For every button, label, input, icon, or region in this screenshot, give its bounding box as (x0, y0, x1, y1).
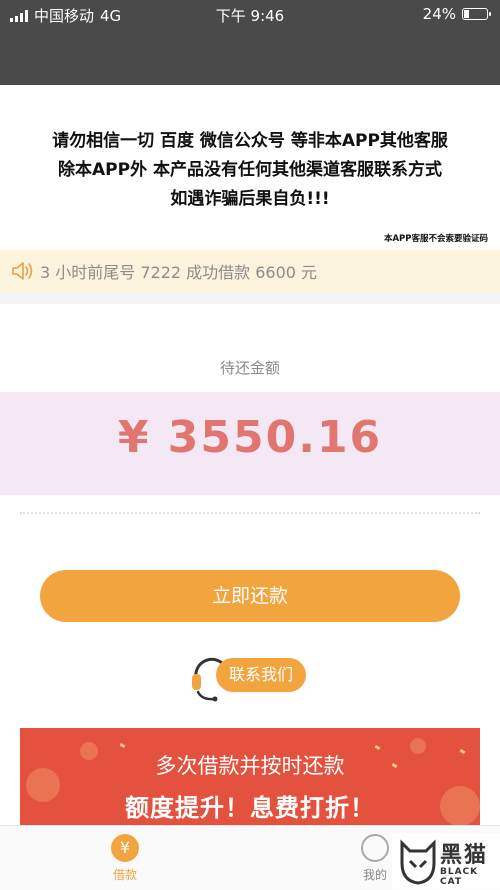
warning-line-1: 请勿相信一切 百度 微信公众号 等非本APP其他客服 (52, 131, 448, 151)
navigation-bar (0, 30, 500, 85)
pending-amount: ¥ 3550.16 (117, 412, 383, 463)
cat-logo-icon (400, 839, 436, 885)
battery-percent: 24% (422, 5, 456, 23)
warning-section: 请勿相信一切 百度 微信公众号 等非本APP其他客服 除本APP外 本产品没有任… (0, 85, 500, 250)
tab-loan-label: 借款 (112, 868, 137, 882)
tab-loan[interactable]: ¥ 借款 (65, 826, 185, 890)
confetti-decoration (119, 742, 126, 749)
watermark-en: BLACK CAT (440, 867, 479, 887)
repay-now-button[interactable]: 立即还款 (40, 570, 460, 622)
contact-us-button[interactable]: 联系我们 (190, 648, 310, 703)
promo-banner[interactable]: 多次借款并按时还款 额度提升！息费打折！ (20, 728, 480, 825)
section-divider (0, 292, 500, 304)
banner-line-1: 多次借款并按时还款 (155, 754, 345, 778)
warning-note: 本APP客服不会索要验证码 (383, 234, 488, 244)
speaker-icon (12, 262, 33, 280)
notice-bar: 3 小时前尾号 7222 成功借款 6600 元 (0, 250, 500, 292)
contact-us-label: 联系我们 (216, 658, 306, 692)
amount-panel: ¥ 3550.16 (0, 392, 500, 495)
yen-icon: ¥ (111, 834, 139, 862)
status-bar: 中国移动 4G 下午 9:46 24% (0, 0, 500, 30)
user-icon (361, 834, 389, 862)
pending-amount-label: 待还金额 (219, 359, 280, 377)
notice-text: 3 小时前尾号 7222 成功借款 6600 元 (40, 263, 318, 282)
warning-line-2: 除本APP外 本产品没有任何其他渠道客服联系方式 (58, 160, 442, 180)
dotted-divider (20, 512, 480, 514)
warning-line-3: 如遇诈骗后果自负!!! (170, 189, 330, 209)
watermark-cn: 黑猫 (440, 843, 489, 868)
black-cat-watermark: 黑猫 BLACK CAT (392, 833, 500, 889)
banner-line-2: 额度提升！息费打折！ (125, 794, 375, 822)
battery-icon (462, 8, 491, 20)
